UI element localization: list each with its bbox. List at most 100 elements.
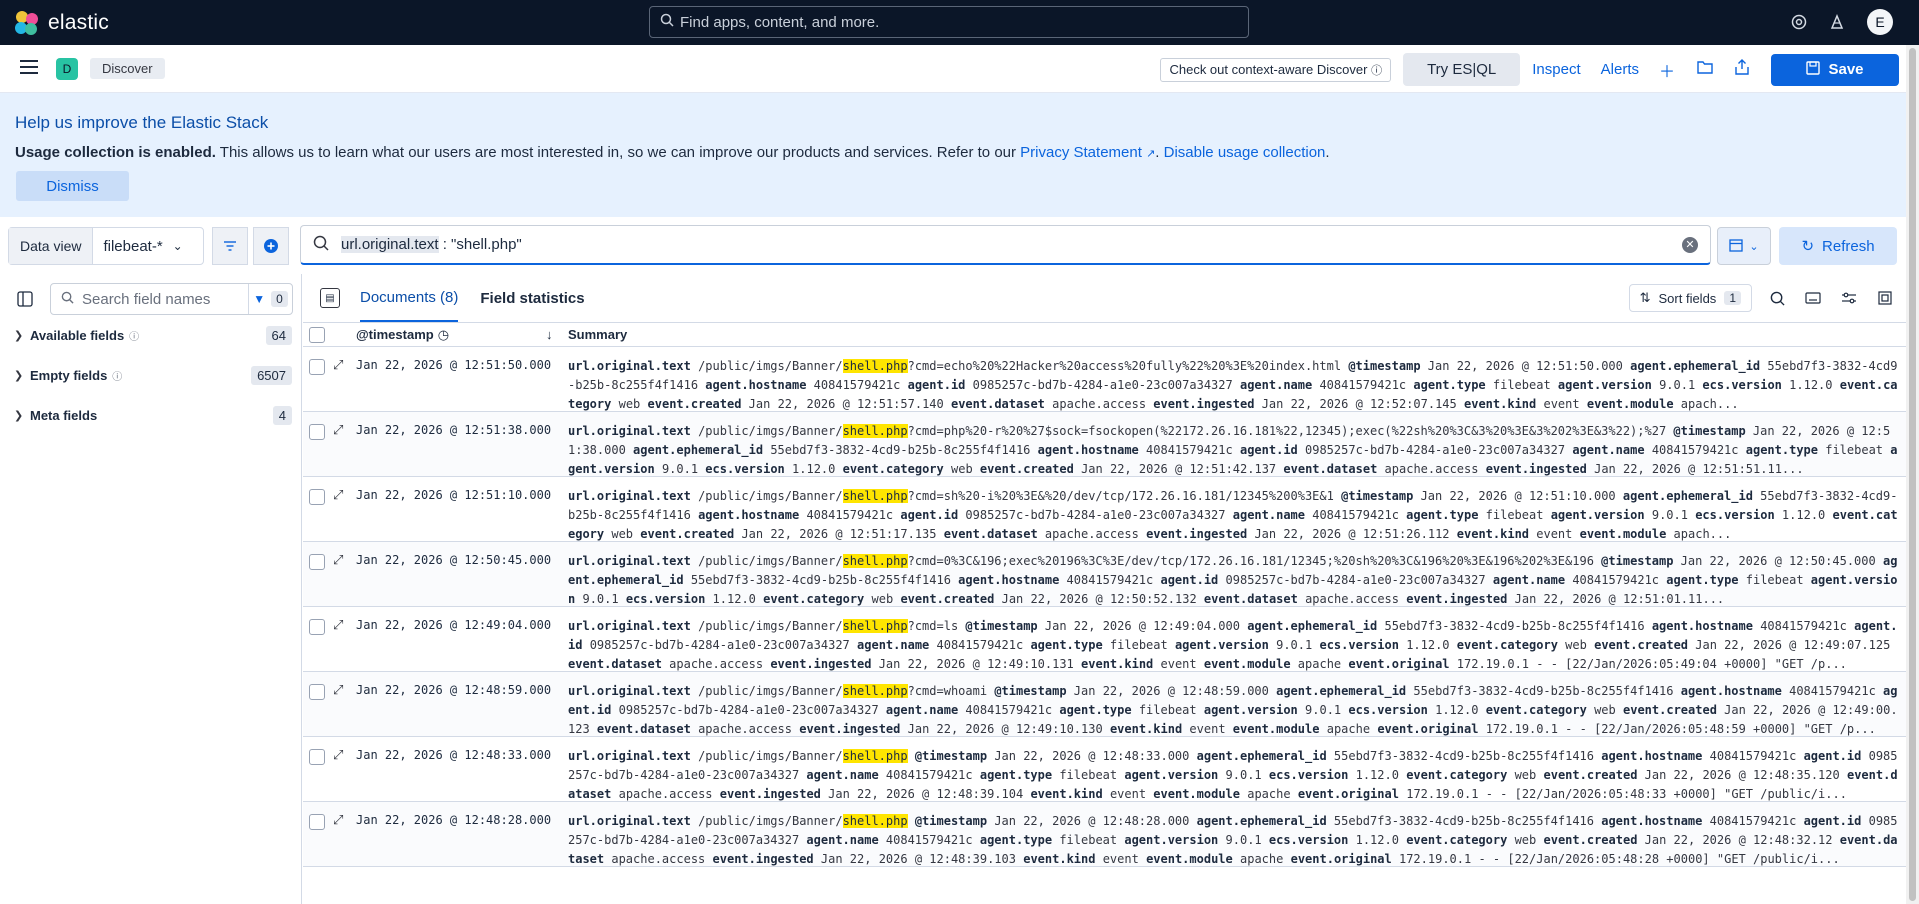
tab-field-statistics[interactable]: Field statistics — [480, 276, 584, 321]
meta-fields-section[interactable]: ❯ Meta fields 4 — [14, 403, 292, 427]
field-key: agent.ephemeral_id — [1196, 814, 1327, 828]
expand-document-icon[interactable]: ⤢ — [333, 747, 343, 763]
toggle-chart-icon[interactable]: ▤ — [320, 288, 340, 308]
table-row[interactable]: ⤢ Jan 22, 2026 @ 12:48:59.000 url.original… — [303, 672, 1906, 737]
field-value: 40841579421c — [1319, 378, 1407, 392]
elastic-logo[interactable]: elastic — [14, 10, 134, 36]
row-checkbox[interactable] — [309, 554, 325, 570]
fullscreen-icon[interactable] — [1874, 287, 1896, 309]
expand-document-icon[interactable]: ⤢ — [333, 357, 343, 373]
help-icon[interactable] — [1791, 14, 1807, 30]
document-rows: ⤢ Jan 22, 2026 @ 12:51:50.000 url.original… — [303, 347, 1906, 867]
share-icon[interactable] — [1735, 59, 1749, 80]
clear-query-icon[interactable]: ✕ — [1682, 236, 1698, 253]
field-key: agent.hostname — [705, 378, 807, 392]
table-row[interactable]: ⤢ Jan 22, 2026 @ 12:51:38.000 url.original… — [303, 412, 1906, 477]
table-row[interactable]: ⤢ Jan 22, 2026 @ 12:51:10.000 url.original… — [303, 477, 1906, 542]
field-search-input[interactable]: Search field names ▼ 0 — [50, 283, 293, 315]
page-scrollbar[interactable] — [1906, 45, 1919, 904]
summary-column-header[interactable]: Summary — [568, 327, 627, 342]
display-settings-icon[interactable] — [1838, 287, 1860, 309]
field-key: event.created — [640, 527, 735, 541]
expand-document-icon[interactable]: ⤢ — [333, 682, 343, 698]
open-folder-icon[interactable] — [1697, 60, 1713, 79]
field-value: event — [1189, 722, 1226, 736]
field-value: event — [1543, 397, 1580, 411]
disable-usage-link[interactable]: Disable usage collection — [1164, 144, 1326, 161]
refresh-label: Refresh — [1822, 237, 1875, 255]
table-row[interactable]: ⤢ Jan 22, 2026 @ 12:50:45.000 url.original… — [303, 542, 1906, 607]
row-checkbox[interactable] — [309, 619, 325, 635]
tab-documents[interactable]: Documents (8) — [360, 275, 459, 322]
row-checkbox[interactable] — [309, 749, 325, 765]
highlight-match: shell.php — [842, 359, 908, 373]
expand-document-icon[interactable]: ⤢ — [333, 812, 343, 828]
new-search-icon[interactable]: ＋ — [1659, 58, 1675, 82]
privacy-statement-link[interactable]: Privacy Statement ↗ — [1020, 144, 1155, 161]
date-picker-button[interactable]: ⌄ — [1717, 227, 1771, 265]
row-checkbox[interactable] — [309, 359, 325, 375]
field-key: agent.hostname — [1601, 814, 1703, 828]
expand-document-icon[interactable]: ⤢ — [333, 552, 343, 568]
row-timestamp: Jan 22, 2026 @ 12:48:59.000 — [356, 683, 552, 697]
news-feed-icon[interactable] — [1829, 14, 1845, 30]
kql-query-input[interactable]: url.original.text : "shell.php" ✕ — [300, 225, 1711, 265]
filter-menu-button[interactable] — [212, 227, 248, 265]
field-key: url.original.text — [568, 749, 691, 763]
sort-descending-icon[interactable]: ↓ — [546, 327, 553, 342]
space-avatar[interactable]: D — [56, 57, 78, 80]
expand-document-icon[interactable]: ⤢ — [333, 617, 343, 633]
empty-fields-section[interactable]: ❯ Empty fields ⓘ 6507 — [14, 363, 292, 387]
table-row[interactable]: ⤢ Jan 22, 2026 @ 12:49:04.000 url.original… — [303, 607, 1906, 672]
global-search-input[interactable]: Find apps, content, and more. — [649, 6, 1249, 38]
field-value: 1.12.0 — [1406, 638, 1450, 652]
user-avatar[interactable]: E — [1867, 9, 1893, 35]
table-row[interactable]: ⤢ Jan 22, 2026 @ 12:48:33.000 url.original… — [303, 737, 1906, 802]
try-esql-button[interactable]: Try ES|QL — [1403, 53, 1521, 86]
select-all-checkbox[interactable] — [309, 327, 325, 343]
field-value: 172.19.0.1 - - [22/Jan/2026:05:48:59 +00… — [1485, 722, 1876, 736]
field-key: agent.hostname — [1680, 684, 1782, 698]
sort-fields-button[interactable]: ⇅ Sort fields 1 — [1628, 284, 1752, 312]
alerts-button[interactable]: Alerts — [1601, 61, 1639, 78]
document-tabs: ▤ Documents (8) Field statistics ⇅ Sort … — [303, 274, 1906, 322]
field-key: url.original.text — [568, 619, 691, 633]
field-value: 0985257c-bd7b-4284-a1e0-23c007a34327 — [618, 703, 879, 717]
row-checkbox[interactable] — [309, 489, 325, 505]
keyboard-shortcuts-icon[interactable] — [1802, 287, 1824, 309]
callout-title: Help us improve the Elastic Stack — [15, 113, 269, 132]
row-checkbox[interactable] — [309, 424, 325, 440]
timestamp-column-header[interactable]: @timestamp ◷ — [356, 327, 449, 343]
field-key: event.dataset — [1203, 592, 1298, 606]
expand-document-icon[interactable]: ⤢ — [333, 422, 343, 438]
usage-collection-callout: Help us improve the Elastic Stack Usage … — [0, 93, 1906, 217]
row-checkbox[interactable] — [309, 684, 325, 700]
inspect-button[interactable]: Inspect — [1532, 61, 1580, 78]
available-fields-section[interactable]: ❯ Available fields ⓘ 64 — [14, 323, 292, 347]
search-in-table-icon[interactable] — [1766, 287, 1788, 309]
add-filter-button[interactable] — [253, 227, 289, 265]
field-value: apache.access — [618, 787, 713, 801]
field-type-filter-button[interactable]: ▼ 0 — [248, 284, 292, 314]
save-button[interactable]: Save — [1771, 53, 1899, 86]
field-value: 9.0.1 — [1651, 508, 1688, 522]
search-icon — [313, 235, 329, 255]
field-value: filebeat — [1485, 508, 1544, 522]
field-value: event — [1109, 787, 1147, 801]
menu-toggle-button[interactable] — [20, 58, 38, 79]
row-checkbox[interactable] — [309, 814, 325, 830]
field-value: Jan 22, 2026 @ 12:50:52.132 — [1001, 592, 1197, 606]
field-value: 1.12.0 — [1781, 508, 1826, 522]
context-aware-discover-button[interactable]: Check out context-aware Discover ⓘ — [1160, 57, 1392, 82]
field-key: event.created — [647, 397, 742, 411]
dismiss-button[interactable]: Dismiss — [16, 171, 129, 201]
section-label: Empty fields — [30, 367, 108, 383]
data-view-picker[interactable]: Data view filebeat-* ⌄ — [8, 227, 204, 265]
table-row[interactable]: ⤢ Jan 22, 2026 @ 12:48:28.000 url.original… — [303, 802, 1906, 867]
field-key: agent.hostname — [1651, 619, 1753, 633]
collapse-sidebar-icon[interactable] — [14, 288, 36, 310]
refresh-button[interactable]: ↻ Refresh — [1779, 227, 1897, 265]
field-value: 9.0.1 — [1276, 638, 1313, 652]
table-row[interactable]: ⤢ Jan 22, 2026 @ 12:51:50.000 url.original… — [303, 347, 1906, 412]
expand-document-icon[interactable]: ⤢ — [333, 487, 343, 503]
